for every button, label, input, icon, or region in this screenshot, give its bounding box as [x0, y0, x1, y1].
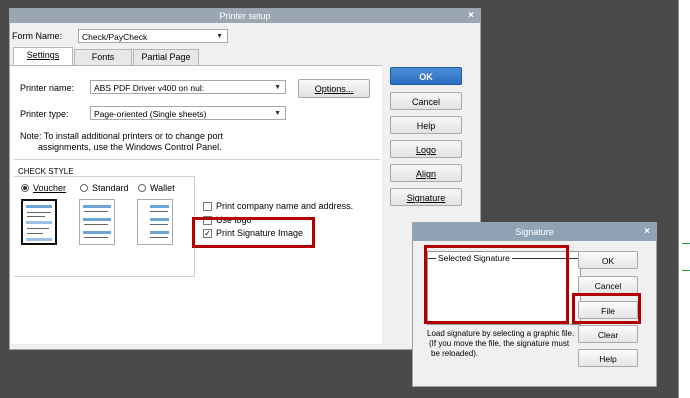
thumb-line: [84, 224, 108, 225]
thumb-line: [150, 211, 168, 212]
form-name-combo[interactable]: Check/PayCheck ▼: [78, 29, 228, 43]
wallet-thumbnail[interactable]: [137, 199, 173, 245]
thumb-line: [27, 233, 43, 234]
tab-label: Settings: [26, 50, 60, 60]
print-company-label: Print company name and address.: [216, 201, 354, 211]
align-button[interactable]: Align: [390, 164, 462, 182]
standard-radio[interactable]: [80, 184, 88, 192]
note-line-1: Note: To install additional printers or …: [20, 131, 223, 141]
thumb-line: [27, 212, 51, 213]
tab-partial-page[interactable]: Partial Page: [133, 49, 199, 65]
green-line-1: [682, 243, 690, 244]
thumb-bar: [26, 221, 52, 224]
wallet-label: Wallet: [150, 183, 175, 193]
options-button[interactable]: Options...: [298, 79, 370, 98]
wallet-radio[interactable]: [138, 184, 146, 192]
printer-type-label: Printer type:: [20, 109, 69, 119]
cancel-button[interactable]: Cancel: [390, 92, 462, 110]
note-line-2: assignments, use the Windows Control Pan…: [38, 142, 222, 152]
check-style-divider: [14, 176, 194, 177]
clear-button[interactable]: Clear: [578, 325, 638, 343]
printer-type-value: Page-oriented (Single sheets): [94, 109, 207, 119]
ok-button[interactable]: OK: [390, 67, 462, 85]
close-icon[interactable]: ×: [644, 223, 650, 241]
thumb-bar: [83, 231, 111, 234]
thumb-bar: [150, 231, 169, 234]
divider: [14, 159, 380, 160]
form-name-label: Form Name:: [12, 31, 63, 41]
tab-settings[interactable]: Settings: [13, 47, 73, 66]
green-line-2: [682, 270, 690, 271]
hint-line-3: be reloaded).: [431, 349, 479, 358]
thumb-bar: [83, 218, 111, 221]
standard-thumbnail[interactable]: [79, 199, 115, 245]
printer-setup-titlebar[interactable]: Printer setup ×: [10, 9, 480, 23]
close-icon[interactable]: ×: [468, 9, 474, 23]
thumb-line: [27, 228, 49, 229]
printer-name-value: ABS PDF Driver v400 on nul:: [94, 83, 205, 93]
thumb-bar: [26, 205, 52, 208]
edge-line: [678, 0, 679, 398]
printer-type-combo[interactable]: Page-oriented (Single sheets) ▼: [90, 106, 286, 120]
chevron-down-icon: ▼: [274, 110, 281, 117]
tab-label: Fonts: [91, 52, 115, 62]
thumb-line: [27, 216, 45, 217]
form-name-value: Check/PayCheck: [82, 32, 148, 42]
thumb-bar: [150, 218, 169, 221]
tab-label: Partial Page: [141, 52, 191, 62]
thumb-bar: [83, 205, 111, 208]
signature-button[interactable]: Signature: [390, 188, 462, 206]
chevron-down-icon: ▼: [216, 33, 223, 40]
highlight-print-signature: [192, 217, 315, 248]
hint-line-2: (If you move the file, the signature mus…: [429, 339, 570, 348]
logo-button[interactable]: Logo: [390, 140, 462, 158]
signature-ok-button[interactable]: OK: [578, 251, 638, 269]
chevron-down-icon: ▼: [274, 84, 281, 91]
printer-name-combo[interactable]: ABS PDF Driver v400 on nul: ▼: [90, 80, 286, 94]
highlight-selected-signature: [424, 245, 569, 324]
help-button[interactable]: Help: [390, 116, 462, 134]
thumb-bar: [26, 238, 52, 241]
signature-titlebar[interactable]: Signature ×: [413, 223, 656, 241]
thumb-bar: [150, 205, 169, 208]
highlight-file-button: [572, 293, 641, 324]
print-company-checkbox[interactable]: [203, 202, 212, 211]
signature-help-button[interactable]: Help: [578, 349, 638, 367]
signature-cancel-button[interactable]: Cancel: [578, 276, 638, 294]
check-style-heading: CHECK STYLE: [18, 167, 74, 176]
thumb-line: [150, 237, 168, 238]
voucher-label: Voucher: [33, 183, 67, 193]
voucher-thumbnail[interactable]: [21, 199, 57, 245]
signature-title: Signature: [515, 227, 554, 237]
tab-fonts[interactable]: Fonts: [74, 49, 132, 65]
background-window-edge: [678, 0, 690, 398]
thumb-line: [150, 224, 168, 225]
printer-setup-title: Printer setup: [219, 11, 271, 21]
thumb-line: [84, 237, 108, 238]
check-style-bottom: [14, 276, 195, 277]
printer-setup-dialog: Printer setup × Form Name: Check/PayChec…: [9, 8, 481, 350]
thumb-line: [84, 211, 108, 212]
standard-label: Standard: [92, 183, 129, 193]
settings-panel: Printer name: ABS PDF Driver v400 on nul…: [10, 65, 382, 344]
hint-line-1: Load signature by selecting a graphic fi…: [427, 329, 575, 338]
printer-name-label: Printer name:: [20, 83, 75, 93]
voucher-radio[interactable]: [21, 184, 29, 192]
